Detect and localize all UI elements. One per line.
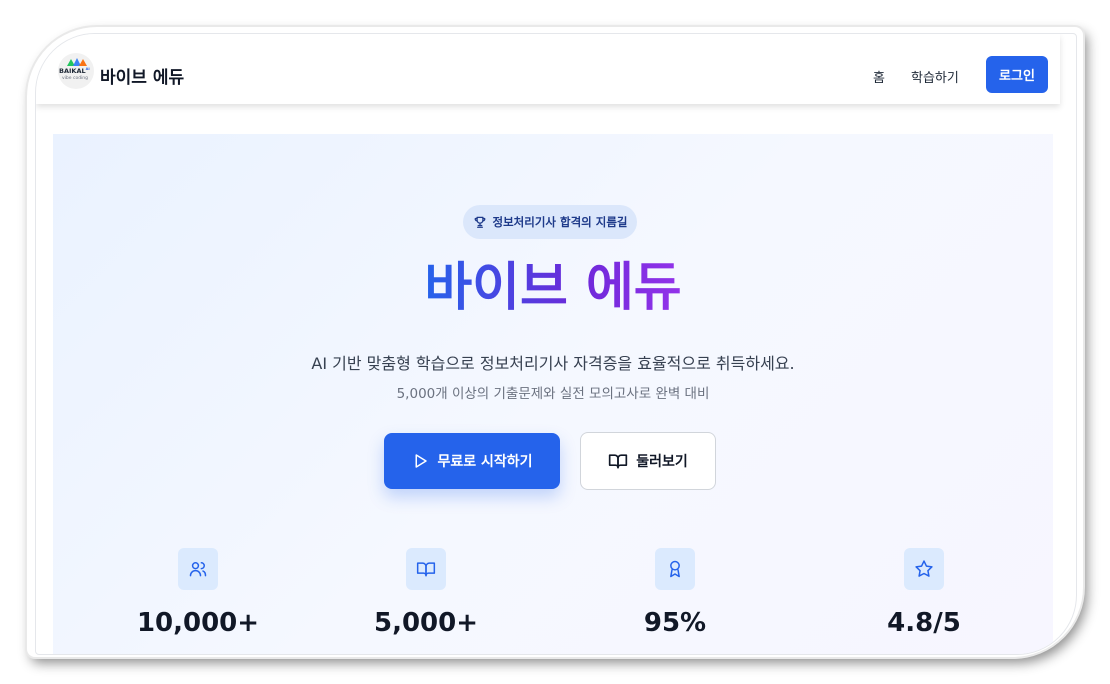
book-icon: [416, 562, 436, 577]
browse-button-label: 둘러보기: [636, 454, 688, 470]
hero-title: 바이브 에듀: [53, 256, 1053, 320]
hero-subtagline: 5,000개 이상의 기출문제와 실전 모의고사로 완벽 대비: [396, 386, 710, 402]
hero-title-text: 바이브 에듀: [424, 258, 682, 318]
logo-word-text: BAIKAL: [59, 67, 86, 76]
stat-rating-icon-box: [904, 548, 944, 590]
logo-word: BAIKALAI: [59, 67, 90, 75]
stat-pass-rate-icon-box: [655, 548, 695, 590]
browser-viewport: BAIKALAI vibe coding 바이브 에듀 홈 학습하기 로그인 정…: [35, 33, 1077, 655]
stat-rating: 4.8/5: [814, 548, 1034, 654]
start-free-button-label: 무료로 시작하기: [437, 454, 533, 470]
hero-tagline: AI 기반 맞춤형 학습으로 정보처리기사 자격증을 효율적으로 취득하세요.: [311, 354, 795, 373]
top-nav-bar: BAIKALAI vibe coding 바이브 에듀 홈 학습하기 로그인: [36, 34, 1060, 104]
stat-questions: 5,000+: [316, 548, 536, 654]
stat-rating-value: 4.8/5: [887, 608, 961, 638]
screenshot-frame: BAIKALAI vibe coding 바이브 에듀 홈 학습하기 로그인 정…: [27, 27, 1083, 657]
hero-section: 정보처리기사 합격의 지름길 바이브 에듀 AI 기반 맞춤형 학습으로 정보처…: [53, 134, 1053, 654]
browse-button[interactable]: 둘러보기: [580, 432, 716, 490]
trophy-icon: [474, 216, 485, 228]
stat-users-value: 10,000+: [136, 608, 260, 638]
users-icon: [189, 562, 207, 577]
award-icon: [670, 560, 680, 578]
stat-pass-rate: 95%: [565, 548, 785, 654]
login-button[interactable]: 로그인: [986, 56, 1048, 93]
star-icon: [915, 560, 933, 577]
logo-triangle-orange: [79, 59, 87, 66]
stat-questions-icon-box: [406, 548, 446, 590]
nav-link-learn[interactable]: 학습하기: [911, 67, 959, 86]
open-book-icon: [609, 454, 628, 469]
stat-users: 10,000+: [88, 548, 308, 654]
stat-users-icon-box: [178, 548, 218, 590]
stat-questions-value: 5,000+: [373, 608, 479, 638]
brand-name[interactable]: 바이브 에듀: [100, 63, 184, 88]
hero-badge: 정보처리기사 합격의 지름길: [463, 205, 637, 239]
logo-subtext: vibe coding: [62, 76, 89, 81]
stat-pass-rate-value: 95%: [643, 608, 707, 638]
hero-badge-text: 정보처리기사 합격의 지름길: [492, 215, 628, 229]
play-icon: [415, 454, 428, 468]
nav-link-home[interactable]: 홈: [873, 67, 885, 86]
logo-word-sup: AI: [85, 67, 90, 71]
baikal-logo[interactable]: BAIKALAI vibe coding: [58, 53, 94, 89]
start-free-button[interactable]: 무료로 시작하기: [384, 433, 560, 489]
